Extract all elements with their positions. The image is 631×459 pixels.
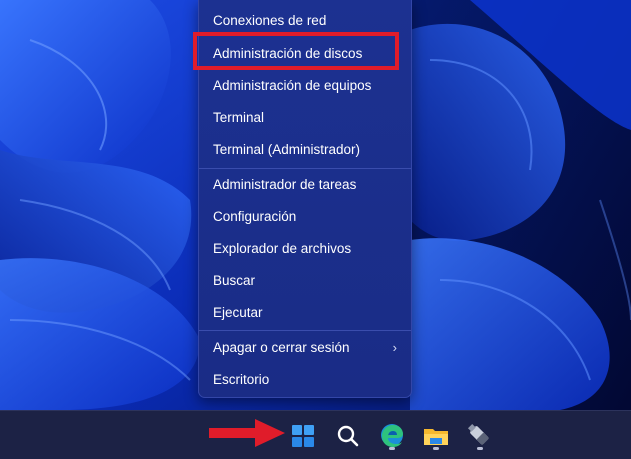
running-indicator <box>389 447 395 450</box>
menu-item-terminal[interactable]: Terminal <box>199 103 411 133</box>
menu-item-search[interactable]: Buscar <box>199 266 411 296</box>
search-icon <box>337 425 359 447</box>
running-indicator <box>433 447 439 450</box>
red-arrow-annotation-icon <box>209 419 285 447</box>
taskbar-usb-button[interactable] <box>464 420 496 452</box>
taskbar-file-explorer-button[interactable] <box>420 420 452 452</box>
menu-separator <box>199 168 411 169</box>
taskbar-edge-button[interactable] <box>376 420 408 452</box>
windows-start-button[interactable] <box>287 420 319 452</box>
menu-item-file-explorer[interactable]: Explorador de archivos <box>199 234 411 264</box>
running-indicator <box>477 447 483 450</box>
chevron-right-icon: › <box>392 340 397 355</box>
taskbar <box>0 410 631 459</box>
menu-item-task-manager[interactable]: Administrador de tareas <box>199 170 411 200</box>
menu-item-label: Apagar o cerrar sesión <box>213 340 350 355</box>
windows-start-icon <box>292 425 314 447</box>
desktop: Conexiones de red Administración de disc… <box>0 0 631 459</box>
menu-item-run[interactable]: Ejecutar <box>199 298 411 328</box>
menu-item-desktop[interactable]: Escritorio <box>199 365 411 395</box>
menu-item-computer-management[interactable]: Administración de equipos <box>199 71 411 101</box>
taskbar-search-button[interactable] <box>332 420 364 452</box>
menu-item-settings[interactable]: Configuración <box>199 202 411 232</box>
menu-separator <box>199 330 411 331</box>
highlight-annotation-box <box>193 32 399 70</box>
menu-item-shutdown-signout[interactable]: Apagar o cerrar sesión › <box>199 333 411 363</box>
menu-item-terminal-admin[interactable]: Terminal (Administrador) <box>199 135 411 165</box>
